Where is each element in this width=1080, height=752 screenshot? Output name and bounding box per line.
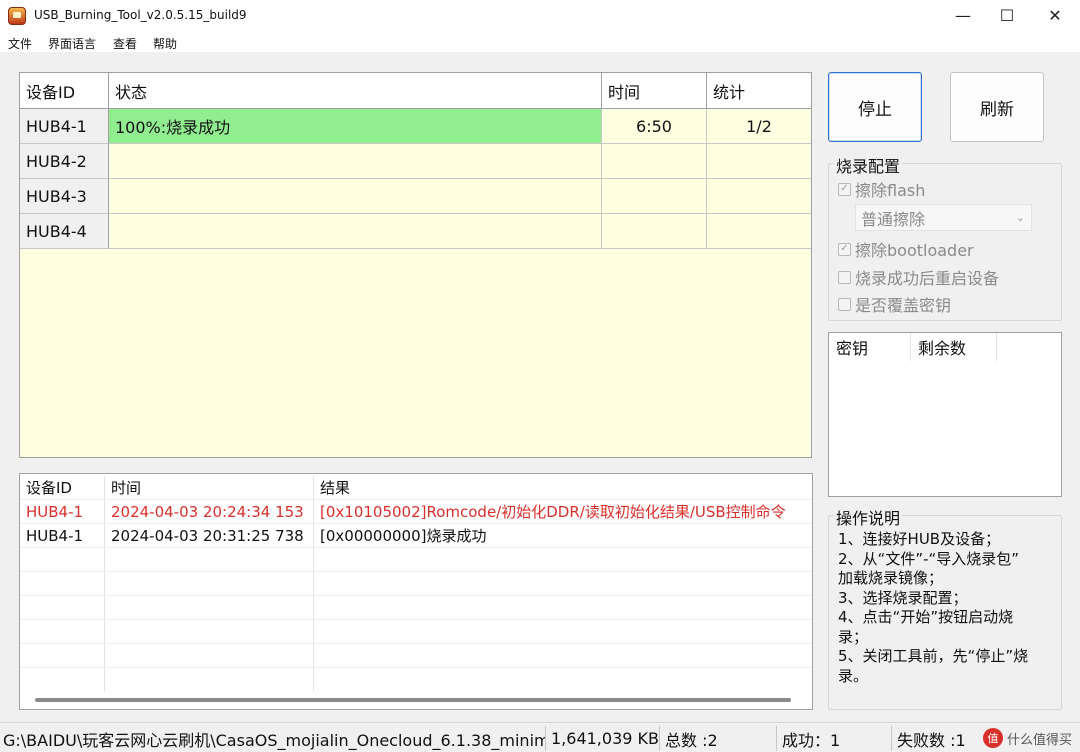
device-status-cell: 100%:烧录成功 [109,109,602,144]
checkbox-unchecked-icon[interactable] [838,297,851,311]
device-stat-cell: 1/2 [707,109,811,144]
device-table[interactable]: 设备ID 状态 时间 统计 HUB4-1 100%:烧录成功 6:50 1/2 … [19,72,812,458]
device-stat-cell [707,144,811,179]
header-device-id[interactable]: 设备ID [20,73,109,109]
overwrite-key-label: 是否覆盖密钥 [855,296,952,315]
device-id-cell: HUB4-4 [20,214,109,249]
status-success: 成功：1 [779,726,892,751]
log-header: 设备ID 时间 结果 [20,476,812,500]
key-table[interactable]: 密钥 剩余数 [828,332,1062,497]
instructions-title: 操作说明 [834,505,903,529]
log-time: 2024-04-03 20:31:25 738 [105,524,314,547]
watermark-text: 什么值得买 [1006,732,1072,748]
device-id-cell: HUB4-1 [20,109,109,144]
watermark: 值 什么值得买 [982,723,1072,752]
device-row[interactable]: HUB4-2 [20,144,811,179]
log-header-result[interactable]: 结果 [314,476,812,499]
log-device-id: HUB4-1 [20,524,105,547]
log-row-empty [20,596,812,620]
instruction-line: 加载烧录镜像； [838,569,944,587]
maximize-button[interactable]: ☐ [984,0,1030,32]
instructions-text: 1、连接好HUB及设备； 2、从“文件”-“导入烧录包” 加载烧录镜像； 3、选… [838,530,1058,686]
device-id-cell: HUB4-2 [20,144,109,179]
log-time: 2024-04-03 20:24:34 153 [105,500,314,523]
erase-mode-select[interactable]: 普通擦除 ⌄ [855,204,1032,231]
log-header-device-id[interactable]: 设备ID [20,476,105,499]
chevron-down-icon: ⌄ [1015,211,1025,224]
log-row-empty [20,668,812,692]
instruction-line: 录； [838,627,869,646]
instruction-line: 2、从“文件”-“导入烧录包” [838,549,1020,568]
header-status[interactable]: 状态 [109,73,602,109]
instruction-line: 5、关闭工具前，先“停止”烧 [838,647,1029,665]
device-row[interactable]: HUB4-1 100%:烧录成功 6:50 1/2 [20,109,811,144]
device-time-cell [602,214,707,249]
log-row-empty [20,644,812,668]
key-header-key[interactable]: 密钥 [829,333,911,361]
horizontal-scrollbar[interactable] [21,691,811,709]
menu-help[interactable]: 帮助 [153,35,177,52]
key-header-remaining[interactable]: 剩余数 [911,333,997,361]
erase-flash-option[interactable]: ✓ 擦除flash [838,177,925,201]
log-row[interactable]: HUB4-1 2024-04-03 20:31:25 738 [0x000000… [20,524,812,548]
title-bar: USB_Burning_Tool_v2.0.5.15_build9 — ☐ ✕ [0,0,1080,32]
erase-mode-value: 普通擦除 [861,209,926,229]
scrollbar-thumb[interactable] [35,698,791,702]
log-result: [0x00000000]烧录成功 [320,527,487,545]
erase-flash-label: 擦除flash [855,181,926,200]
status-size: 1,641,039 KB [548,726,660,751]
status-path: G:\BAIDU\玩客云网心云刷机\CasaOS_mojialin_Oneclo… [0,726,546,751]
instruction-line: 3、选择烧录配置； [838,588,968,607]
erase-bootloader-option[interactable]: ✓ 擦除bootloader [838,237,974,261]
status-bar: G:\BAIDU\玩客云网心云刷机\CasaOS_mojialin_Oneclo… [0,722,1080,752]
menu-file[interactable]: 文件 [8,35,32,52]
reboot-after-label: 烧录成功后重启设备 [855,269,1000,288]
device-time-cell [602,179,707,214]
menu-view[interactable]: 查看 [113,35,137,52]
device-time-cell: 6:50 [602,109,707,144]
log-result: [0x10105002]Romcode/初始化DDR/读取初始化结果/USB控制… [320,503,786,521]
erase-bootloader-label: 擦除bootloader [855,241,974,260]
device-status-cell [109,144,602,179]
log-device-id: HUB4-1 [20,500,105,523]
device-row[interactable]: HUB4-4 [20,214,811,249]
device-row[interactable]: HUB4-3 [20,179,811,214]
checkbox-unchecked-icon[interactable] [838,270,851,284]
device-time-cell [602,144,707,179]
log-row[interactable]: HUB4-1 2024-04-03 20:24:34 153 [0x101050… [20,500,812,524]
overwrite-key-option[interactable]: 是否覆盖密钥 [838,292,951,316]
instruction-line: 4、点击“开始”按钮启动烧 [838,608,1014,626]
log-row-empty [20,572,812,596]
burn-config-title: 烧录配置 [834,153,903,177]
header-stat[interactable]: 统计 [707,73,811,109]
device-status-cell [109,214,602,249]
log-list[interactable]: 设备ID 时间 结果 HUB4-1 2024-04-03 20:24:34 15… [19,473,813,710]
reboot-after-option[interactable]: 烧录成功后重启设备 [838,265,999,289]
stop-button[interactable]: 停止 [828,72,922,142]
status-failed: 失败数 :1 [897,730,966,750]
close-button[interactable]: ✕ [1032,0,1078,32]
minimize-button[interactable]: — [940,0,986,32]
device-stat-cell [707,179,811,214]
log-row-empty [20,548,812,572]
checkbox-checked-icon[interactable]: ✓ [838,182,851,196]
device-status-cell [109,179,602,214]
app-icon [8,7,26,25]
device-stat-cell [707,214,811,249]
instruction-line: 1、连接好HUB及设备； [838,530,1001,548]
menu-language[interactable]: 界面语言 [48,35,96,52]
window-title: USB_Burning_Tool_v2.0.5.15_build9 [34,8,247,22]
menu-bar: 文件 界面语言 查看 帮助 [0,32,1080,52]
checkbox-checked-icon[interactable]: ✓ [838,242,851,256]
device-table-header: 设备ID 状态 时间 统计 [20,73,811,109]
log-header-time[interactable]: 时间 [105,476,314,499]
instruction-line: 录。 [838,666,869,685]
status-total: 总数 :2 [662,726,777,751]
refresh-button[interactable]: 刷新 [950,72,1044,142]
log-row-empty [20,620,812,644]
watermark-logo-icon: 值 [982,728,1003,748]
header-time[interactable]: 时间 [602,73,707,109]
device-id-cell: HUB4-3 [20,179,109,214]
